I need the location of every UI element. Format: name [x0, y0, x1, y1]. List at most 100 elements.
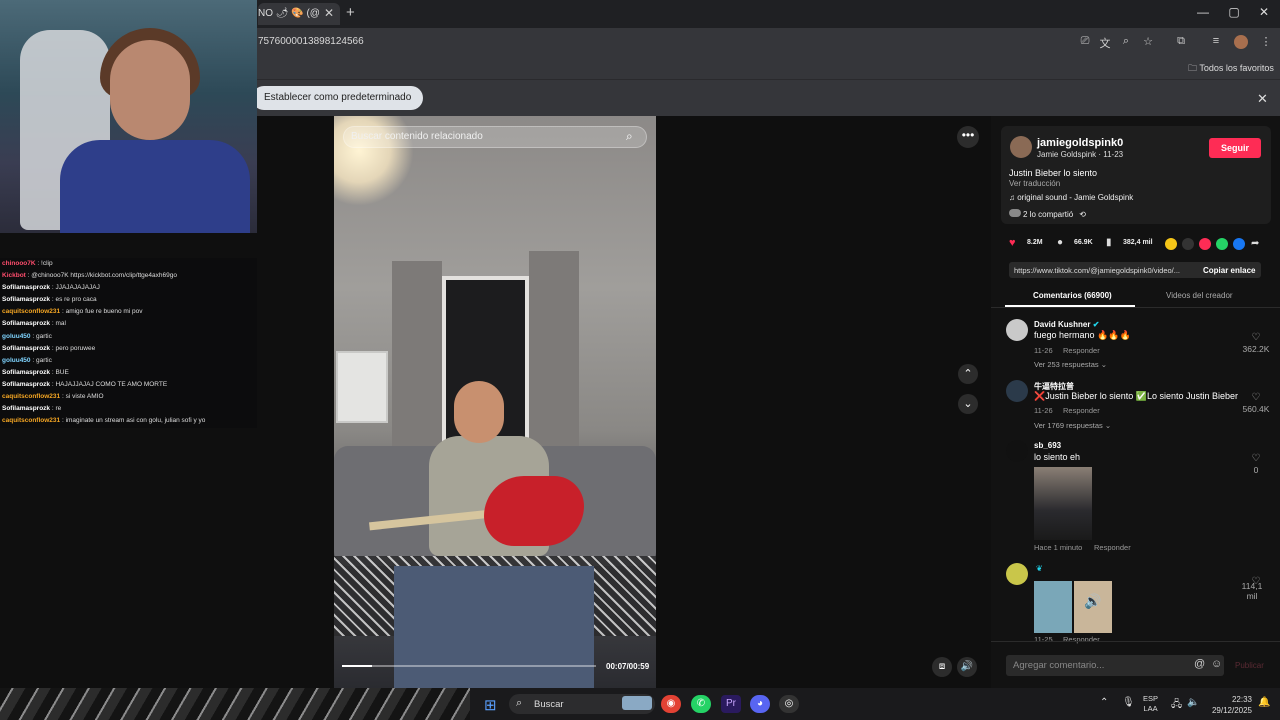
repost-icon[interactable]: ⟲	[1079, 210, 1086, 219]
tab-comments[interactable]: Comentarios (66900)	[1033, 291, 1112, 300]
sound-link[interactable]: ♫ original sound - Jamie Goldspink	[1009, 193, 1133, 202]
webcam-overlay	[0, 0, 257, 233]
more-options-icon[interactable]: •••	[957, 126, 979, 148]
share-arrow-icon[interactable]: ➦	[1251, 238, 1259, 249]
cast-icon[interactable]: ⎚	[1076, 35, 1094, 48]
zoom-icon[interactable]: ⌕	[1117, 35, 1135, 48]
new-tab-button[interactable]: +	[346, 4, 355, 21]
comment-username[interactable]: David Kushner ✔	[1034, 320, 1099, 329]
obs-icon[interactable]: ◎	[779, 695, 799, 713]
comment-like-icon[interactable]: ♡	[1241, 453, 1271, 464]
see-translation-link[interactable]: Ver traducción	[1009, 179, 1060, 188]
notification-icon[interactable]: 🔔	[1258, 697, 1270, 708]
premiere-icon[interactable]: Pr	[721, 695, 741, 713]
publish-button[interactable]: Publicar	[1235, 661, 1264, 670]
chat-message: Sofilamasprozk : re	[0, 403, 257, 415]
post-caption: Justin Bieber lo siento	[1009, 168, 1098, 178]
comment-username[interactable]: sb_693	[1034, 441, 1061, 450]
video-player[interactable]	[334, 116, 656, 688]
chat-username: Sofilamasprozk	[2, 344, 51, 352]
language-indicator[interactable]: ESP LAA	[1143, 694, 1158, 714]
chat-text: : JJAJAJAJAJAJ	[50, 284, 100, 292]
tab-close-icon[interactable]: ✕	[324, 6, 334, 20]
comment-like-icon[interactable]: ♡	[1241, 332, 1271, 343]
search-icon[interactable]: ⌕	[626, 129, 633, 144]
tray-overflow-icon[interactable]: ⌃	[1100, 697, 1108, 708]
comment-avatar[interactable]	[1006, 380, 1028, 402]
related-search-placeholder[interactable]: Buscar contenido relacionado	[351, 131, 483, 142]
clock[interactable]: 22:33 29/12/2025	[1208, 694, 1252, 716]
mention-icon[interactable]: @	[1194, 658, 1205, 670]
embed-icon[interactable]	[1182, 238, 1194, 250]
follow-button[interactable]: Seguir	[1209, 138, 1261, 158]
chrome-icon[interactable]: ◉	[661, 695, 681, 713]
tab-creator-videos[interactable]: Videos del creador	[1166, 291, 1233, 300]
comment-placeholder[interactable]: Agregar comentario...	[1013, 660, 1104, 671]
set-default-button[interactable]: Establecer como predeterminado	[252, 86, 424, 110]
author-avatar[interactable]	[1010, 136, 1032, 158]
comment-avatar[interactable]	[1006, 319, 1028, 341]
bookmark-star-icon[interactable]: ☆	[1139, 35, 1157, 48]
reply-button[interactable]: Responder	[1063, 346, 1100, 355]
video-progress-track[interactable]	[342, 665, 596, 667]
extensions-icon[interactable]: ⧉	[1172, 35, 1190, 48]
chat-message: Sofilamasprozk : JJAJAJAJAJAJ	[0, 282, 257, 294]
previous-video-icon[interactable]: ⌃	[958, 364, 978, 384]
floating-player-icon[interactable]: ⧈	[932, 657, 952, 677]
chat-text: : mal	[50, 320, 66, 328]
reply-button[interactable]: Responder	[1063, 406, 1100, 415]
emoji-icon[interactable]: ☺	[1211, 658, 1222, 670]
comment-like-icon[interactable]: ♡	[1241, 392, 1271, 403]
author-username[interactable]: jamiegoldspink0	[1037, 137, 1123, 149]
desktop-wallpaper-strip	[0, 688, 470, 720]
url-field[interactable]: 7576000013898124566	[258, 36, 364, 47]
comment-image[interactable]	[1034, 467, 1092, 540]
comment-avatar[interactable]	[1006, 440, 1028, 462]
browser-tab[interactable]: NO 🌶 🎨 (@ ✕	[258, 3, 340, 25]
speaker-icon[interactable]: 🔈	[1187, 697, 1199, 708]
close-window-button[interactable]: ✕	[1249, 5, 1279, 19]
view-replies-button[interactable]: Ver 1769 respuestas ⌄	[1034, 421, 1111, 430]
discord-icon[interactable]: ◕	[750, 695, 770, 713]
comment-date: 11-25	[1034, 635, 1053, 644]
minimize-button[interactable]: —	[1188, 5, 1218, 19]
profile-avatar[interactable]	[1234, 35, 1248, 49]
comment-icon[interactable]: ●	[1057, 237, 1063, 248]
whatsapp-icon[interactable]	[1216, 238, 1228, 250]
copy-link-button[interactable]: Copiar enlace	[1203, 266, 1255, 275]
reply-button[interactable]: Responder	[1063, 635, 1100, 644]
windows-start-icon[interactable]: ⊞	[484, 696, 497, 714]
streamer-body	[60, 140, 250, 233]
view-replies-button[interactable]: Ver 253 respuestas ⌄	[1034, 360, 1107, 369]
reply-button[interactable]: Responder	[1094, 543, 1131, 552]
microphone-icon[interactable]: 🎙	[1122, 697, 1135, 708]
maximize-button[interactable]: ▢	[1219, 5, 1249, 19]
media-control-icon[interactable]: ≡	[1207, 35, 1225, 47]
guitarist-head	[454, 381, 504, 443]
coin-icon[interactable]	[1165, 238, 1177, 250]
chat-username: Sofilamasprozk	[2, 320, 51, 328]
facebook-icon[interactable]	[1233, 238, 1245, 250]
chat-username: caquitsconflow231	[2, 393, 61, 401]
volume-icon[interactable]: 🔊	[957, 657, 977, 677]
network-icon[interactable]: 🖧	[1171, 697, 1182, 714]
comment-text: ❌Justin Bieber lo siento ✅Lo siento Just…	[1034, 391, 1239, 401]
comment-text: lo siento eh	[1034, 452, 1081, 462]
like-icon[interactable]: ♥	[1009, 237, 1016, 249]
infobar-close-icon[interactable]: ✕	[1257, 91, 1268, 107]
all-bookmarks-link[interactable]: 🗀 Todos los favoritos	[1188, 61, 1274, 77]
sound-icon: 🔊	[1084, 593, 1102, 609]
video-time: 00:07/00:59	[606, 662, 650, 671]
share-tiktok-icon[interactable]	[1199, 238, 1211, 250]
translate-icon[interactable]: 文	[1096, 35, 1114, 51]
post-link[interactable]: https://www.tiktok.com/@jamiegoldspink0/…	[1014, 266, 1192, 275]
save-icon[interactable]: ▮	[1106, 237, 1112, 248]
next-video-icon[interactable]: ⌄	[958, 394, 978, 414]
comment-date: 11-26	[1034, 346, 1053, 355]
whatsapp-taskbar-icon[interactable]: ✆	[691, 695, 711, 713]
comment-image[interactable]	[1034, 581, 1072, 633]
chat-message: Sofilamasprozk : mal	[0, 318, 257, 330]
taskbar-search-label[interactable]: Buscar	[534, 699, 564, 710]
browser-menu-icon[interactable]: ⋮	[1257, 35, 1275, 48]
comment-avatar[interactable]	[1006, 563, 1028, 585]
